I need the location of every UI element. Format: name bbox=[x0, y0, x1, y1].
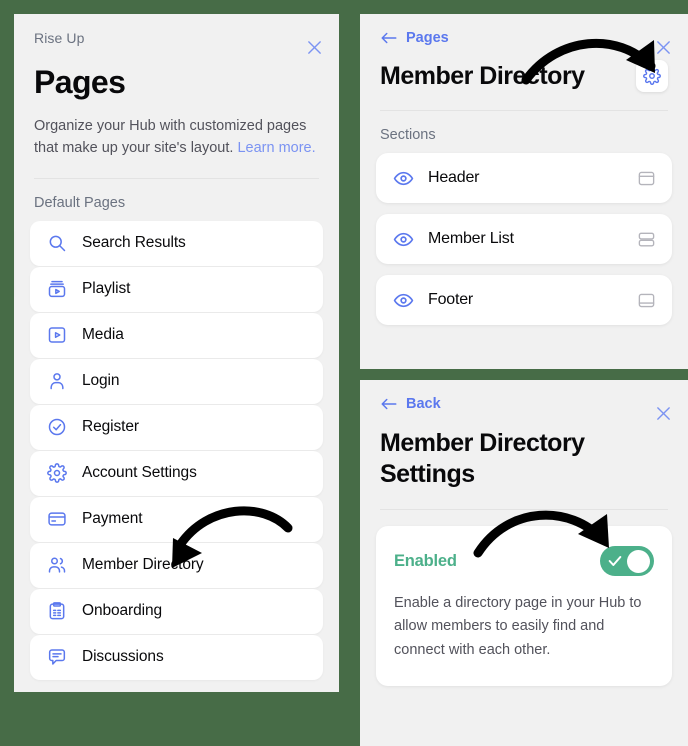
eye-icon[interactable] bbox=[392, 228, 414, 250]
user-icon bbox=[46, 370, 68, 392]
sections-list: Header Member List Footer bbox=[360, 153, 688, 325]
section-row-label: Header bbox=[428, 169, 480, 186]
member-directory-settings-panel: Back Member Directory Settings Enabled E… bbox=[360, 380, 688, 746]
member-directory-panel: Pages Member Directory Sections Header Me… bbox=[360, 14, 688, 369]
page-row[interactable]: Onboarding bbox=[30, 588, 323, 634]
back-link-label: Back bbox=[406, 396, 441, 412]
enabled-setting-card: Enabled Enable a directory page in your … bbox=[376, 526, 672, 687]
page-row[interactable]: Member Directory bbox=[30, 542, 323, 588]
settings-panel-header: Back Member Directory Settings bbox=[360, 380, 688, 510]
check-icon bbox=[607, 553, 623, 569]
page-row-label: Account Settings bbox=[82, 464, 197, 482]
eye-icon[interactable] bbox=[392, 167, 414, 189]
directory-panel-header: Pages Member Directory bbox=[360, 14, 688, 111]
back-to-pages-link[interactable]: Pages bbox=[380, 30, 449, 46]
page-row[interactable]: Media bbox=[30, 312, 323, 358]
settings-title: Member Directory Settings bbox=[380, 429, 585, 488]
back-link-label: Pages bbox=[406, 30, 449, 46]
chat-bubble-icon bbox=[46, 646, 68, 668]
brand-label: Rise Up bbox=[34, 30, 85, 46]
page-row-label: Member Directory bbox=[82, 556, 204, 574]
page-row-label: Login bbox=[82, 372, 120, 390]
eye-icon[interactable] bbox=[392, 289, 414, 311]
page-row-label: Search Results bbox=[82, 234, 186, 252]
page-row[interactable]: Payment bbox=[30, 496, 323, 542]
page-row-label: Playlist bbox=[82, 280, 131, 298]
toggle-knob bbox=[627, 549, 650, 573]
page-row-label: Register bbox=[82, 418, 139, 436]
close-icon[interactable] bbox=[652, 36, 674, 58]
gear-icon bbox=[46, 462, 68, 484]
close-icon[interactable] bbox=[652, 402, 674, 424]
enabled-toggle-row: Enabled bbox=[394, 546, 654, 576]
page-row[interactable]: Account Settings bbox=[30, 450, 323, 496]
learn-more-link[interactable]: Learn more. bbox=[237, 140, 315, 156]
sections-label: Sections bbox=[380, 127, 436, 143]
page-title: Pages bbox=[34, 64, 126, 100]
page-row-label: Discussions bbox=[82, 648, 164, 666]
check-circle-icon bbox=[46, 416, 68, 438]
page-row-label: Payment bbox=[82, 510, 143, 528]
page-row[interactable]: Search Results bbox=[30, 220, 323, 266]
close-icon[interactable] bbox=[303, 36, 325, 58]
screenshot-stage: Rise Up Pages Organize your Hub with cus… bbox=[0, 0, 688, 746]
page-row[interactable]: Register bbox=[30, 404, 323, 450]
credit-card-icon bbox=[46, 508, 68, 530]
pages-panel: Rise Up Pages Organize your Hub with cus… bbox=[14, 14, 339, 692]
pages-description: Organize your Hub with customized pages … bbox=[34, 115, 319, 160]
layout-footer-icon[interactable] bbox=[636, 290, 656, 310]
section-row-label: Footer bbox=[428, 291, 474, 308]
layout-rows-icon[interactable] bbox=[636, 229, 656, 249]
default-pages-label: Default Pages bbox=[34, 194, 126, 211]
directory-title-row: Member Directory bbox=[380, 60, 668, 92]
directory-title: Member Directory bbox=[380, 61, 585, 90]
page-row-label: Onboarding bbox=[82, 602, 163, 620]
enabled-toggle[interactable] bbox=[600, 546, 654, 576]
enabled-description: Enable a directory page in your Hub to a… bbox=[394, 595, 642, 658]
section-row[interactable]: Header bbox=[376, 153, 672, 203]
playlist-icon bbox=[46, 278, 68, 300]
users-icon bbox=[46, 554, 68, 576]
back-link[interactable]: Back bbox=[380, 396, 441, 412]
page-row[interactable]: Playlist bbox=[30, 266, 323, 312]
clipboard-list-icon bbox=[46, 600, 68, 622]
gear-icon[interactable] bbox=[636, 60, 668, 92]
default-pages-list: Search Results Playlist Media Login Register… bbox=[14, 220, 339, 680]
enabled-label: Enabled bbox=[394, 551, 457, 570]
layout-header-icon[interactable] bbox=[636, 168, 656, 188]
search-icon bbox=[46, 232, 68, 254]
page-row[interactable]: Discussions bbox=[30, 634, 323, 680]
page-row-label: Media bbox=[82, 326, 124, 344]
section-row[interactable]: Member List bbox=[376, 214, 672, 264]
section-row[interactable]: Footer bbox=[376, 275, 672, 325]
pages-panel-header: Rise Up Pages Organize your Hub with cus… bbox=[14, 14, 339, 179]
media-icon bbox=[46, 324, 68, 346]
page-row[interactable]: Login bbox=[30, 358, 323, 404]
section-row-label: Member List bbox=[428, 230, 514, 247]
